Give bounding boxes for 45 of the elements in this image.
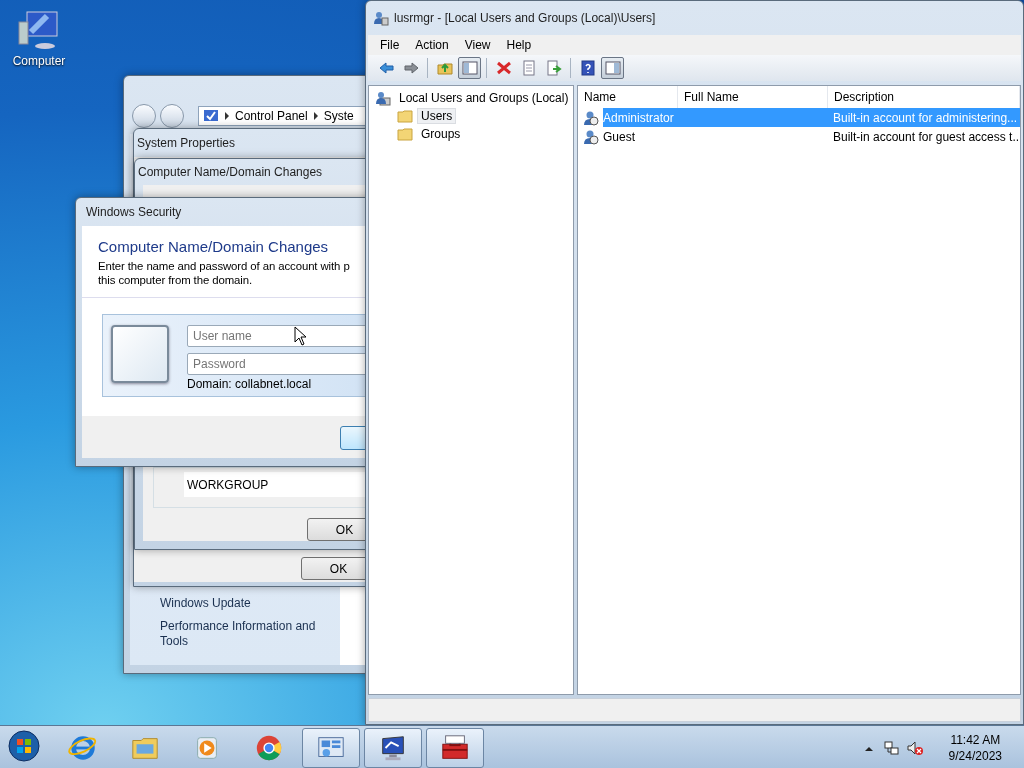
sidebar-link[interactable]: Performance Information and Tools [160, 619, 330, 649]
computer-icon[interactable] [17, 8, 61, 52]
desktop-icon-label[interactable]: Computer [12, 54, 66, 68]
forward-button[interactable] [160, 104, 184, 128]
breadcrumb-item[interactable]: Control Panel [235, 109, 308, 123]
folder-icon [397, 108, 413, 124]
window-title: lusrmgr - [Local Users and Groups (Local)\Users] [394, 11, 656, 25]
menu-item[interactable]: Action [407, 38, 457, 52]
description-cell-text: Built-in account for guest access t... [833, 128, 1020, 146]
password-field[interactable]: Password [187, 353, 366, 375]
window-title: System Properties [136, 135, 237, 152]
sidebar-link[interactable]: Windows Update [160, 596, 330, 611]
taskbar-button[interactable] [426, 727, 484, 768]
tree-item[interactable]: Groups [417, 126, 465, 142]
window-title: Computer Name/Domain Changes [137, 164, 324, 181]
tree-item[interactable]: Users [417, 108, 457, 124]
username-field[interactable]: User name [187, 325, 366, 347]
name-cell[interactable]: Guest [603, 127, 833, 146]
workgroup-field[interactable]: WORKGROUP [184, 472, 366, 497]
network-icon[interactable] [882, 739, 899, 756]
dialog-message: Enter the name and password of an account with p this computer from the domain. [98, 259, 351, 287]
user-icon [583, 109, 599, 126]
taskbar-button[interactable] [364, 727, 422, 768]
muted-speaker-icon[interactable] [906, 739, 923, 756]
window-title: Windows Security [85, 204, 183, 221]
ok-button[interactable]: OK [301, 557, 366, 580]
menu-item[interactable]: Help [498, 38, 540, 52]
user-icon [583, 128, 599, 145]
credential-tile[interactable]: User name Password Domain: collabnet.local [102, 314, 366, 397]
menu-item[interactable]: View [456, 38, 499, 52]
folder-icon [397, 126, 413, 142]
users-icon [373, 10, 389, 26]
users-icon [375, 90, 391, 106]
breadcrumb-item[interactable]: Syste [323, 109, 354, 123]
menu-item[interactable]: File [372, 38, 408, 52]
tree-item[interactable]: Local Users and Groups (Local) [395, 90, 573, 106]
domain-label: Domain: collabnet.local [187, 377, 313, 391]
back-button[interactable] [132, 104, 156, 128]
description-cell: Built-in account for administering... [833, 108, 1020, 127]
start-orb-icon[interactable] [8, 730, 40, 762]
dialog-heading: Computer Name/Domain Changes [98, 238, 330, 255]
clock[interactable]: 11:42 AM 9/24/2023 [948, 731, 1002, 764]
ok-button[interactable]: OK [307, 518, 366, 541]
cursor-icon [294, 326, 307, 346]
user-picture-frame [111, 325, 169, 383]
